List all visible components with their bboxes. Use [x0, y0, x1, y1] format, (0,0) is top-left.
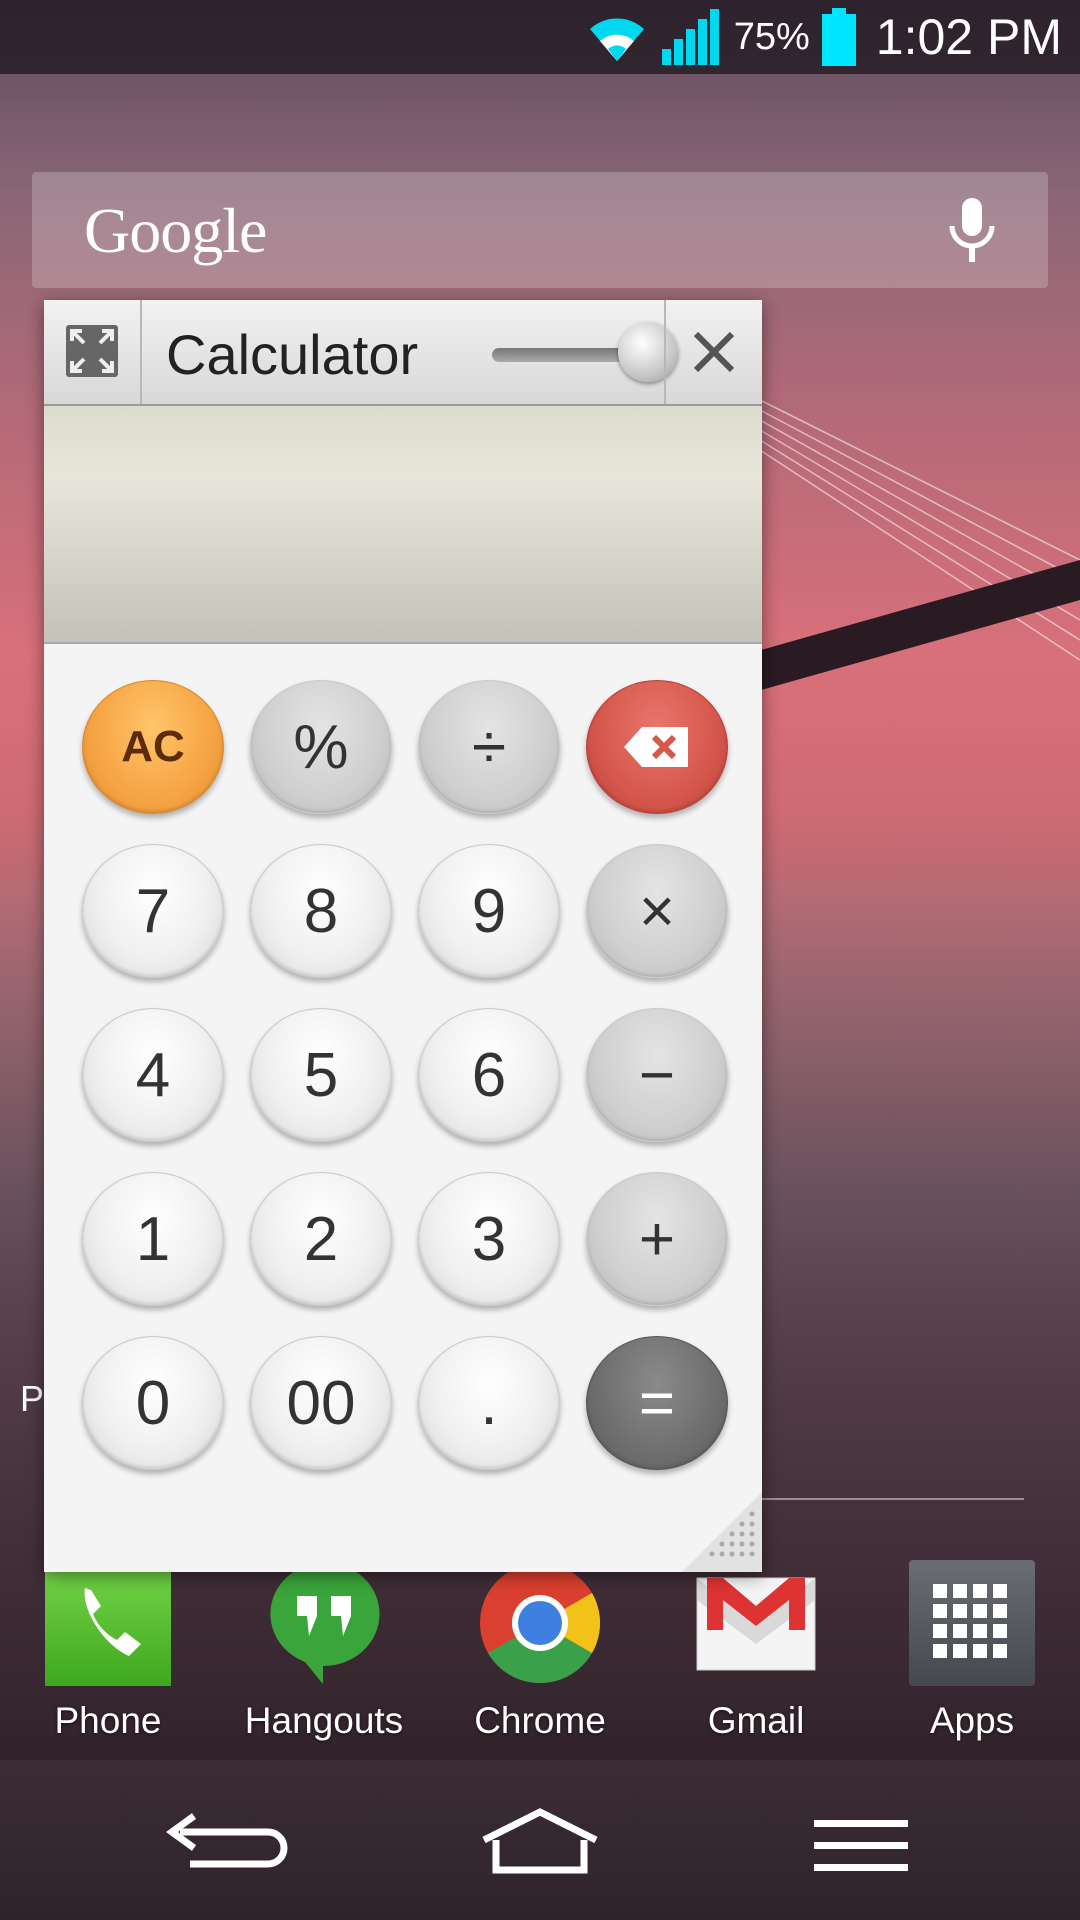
- key-divide[interactable]: ÷: [418, 680, 560, 814]
- key-decimal[interactable]: .: [418, 1336, 560, 1470]
- dock-item-gmail[interactable]: Gmail: [656, 1560, 856, 1742]
- opacity-slider-track: [492, 348, 632, 362]
- opacity-slider[interactable]: [492, 322, 678, 382]
- key-2[interactable]: 2: [250, 1172, 392, 1306]
- gmail-icon: [693, 1560, 819, 1686]
- app-dock: Phone Hangouts Chrome Gmail Apps: [0, 1560, 1080, 1742]
- backspace-icon: [624, 727, 688, 767]
- signal-icon: [661, 9, 719, 65]
- key-multiply[interactable]: ×: [586, 844, 728, 978]
- key-subtract[interactable]: −: [586, 1008, 728, 1142]
- navigation-bar: [0, 1770, 1080, 1920]
- calculator-window[interactable]: Calculator AC% ÷ 7 8 9 × 4 5 6− 1 2 3 +0 00. =: [44, 300, 762, 1572]
- key-7[interactable]: 7: [82, 844, 224, 978]
- calculator-title: Calculator: [166, 323, 419, 386]
- menu-button[interactable]: [790, 1800, 930, 1890]
- google-logo: Google: [84, 195, 267, 266]
- dock-label-phone: Phone: [54, 1700, 162, 1741]
- calculator-titlebar[interactable]: Calculator: [44, 300, 762, 406]
- key-8[interactable]: 8: [250, 844, 392, 978]
- maximize-icon: [66, 325, 118, 377]
- google-search-bar[interactable]: Google: [32, 172, 1048, 288]
- dock-label-gmail: Gmail: [707, 1700, 805, 1741]
- key-00[interactable]: 00: [250, 1336, 392, 1470]
- resize-handle[interactable]: [682, 1492, 762, 1572]
- home-button[interactable]: [470, 1800, 610, 1890]
- calculator-display: [44, 406, 762, 644]
- dock-divider: [760, 1498, 1024, 1500]
- key-all-clear[interactable]: AC: [82, 680, 224, 814]
- key-equals[interactable]: =: [586, 1336, 728, 1470]
- key-percent[interactable]: %: [250, 680, 392, 814]
- mic-icon[interactable]: [944, 198, 1000, 264]
- back-button[interactable]: [150, 1800, 290, 1890]
- dock-label-apps: Apps: [929, 1700, 1015, 1741]
- key-backspace[interactable]: [586, 680, 728, 814]
- home-screen-label-partial: P: [20, 1378, 45, 1419]
- close-icon: [693, 331, 735, 373]
- chrome-icon: [477, 1560, 603, 1686]
- battery-icon: [821, 8, 856, 66]
- key-5[interactable]: 5: [250, 1008, 392, 1142]
- phone-icon: [45, 1560, 171, 1686]
- close-button[interactable]: [664, 300, 762, 404]
- key-6[interactable]: 6: [418, 1008, 560, 1142]
- key-3[interactable]: 3: [418, 1172, 560, 1306]
- hangouts-icon: [261, 1560, 387, 1686]
- dock-item-phone[interactable]: Phone: [8, 1560, 208, 1742]
- wifi-icon: [589, 18, 644, 61]
- dock-item-apps[interactable]: Apps: [872, 1560, 1072, 1742]
- key-9[interactable]: 9: [418, 844, 560, 978]
- status-bar: 75% 1:02 PM: [0, 0, 1080, 74]
- apps-grid-icon: [909, 1560, 1035, 1686]
- dock-label-chrome: Chrome: [474, 1700, 606, 1741]
- key-1[interactable]: 1: [82, 1172, 224, 1306]
- key-4[interactable]: 4: [82, 1008, 224, 1142]
- dock-label-hangouts: Hangouts: [244, 1700, 404, 1741]
- battery-percent: 75%: [733, 15, 810, 58]
- clock: 1:02 PM: [875, 9, 1062, 65]
- maximize-button[interactable]: [44, 300, 142, 404]
- calculator-keypad: AC% ÷ 7 8 9 × 4 5 6− 1 2 3 +0 00. =: [44, 644, 762, 1572]
- dock-item-hangouts[interactable]: Hangouts: [224, 1560, 424, 1742]
- dock-item-chrome[interactable]: Chrome: [440, 1560, 640, 1742]
- key-add[interactable]: +: [586, 1172, 728, 1306]
- key-0[interactable]: 0: [82, 1336, 224, 1470]
